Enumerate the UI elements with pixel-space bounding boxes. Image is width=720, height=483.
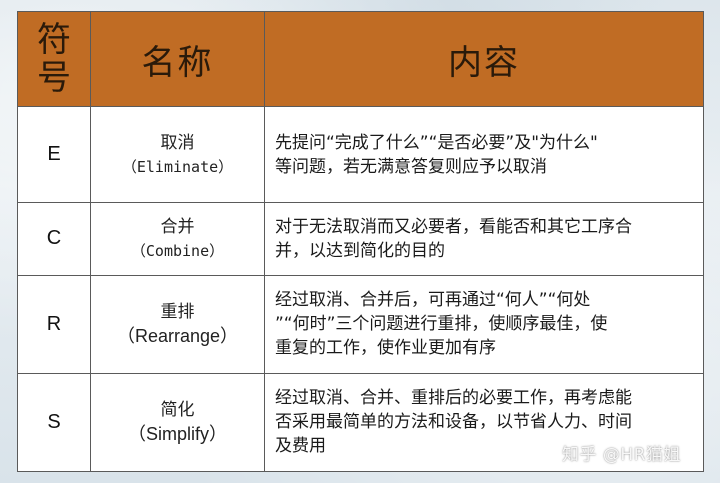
row-name-en: （Eliminate） (121, 157, 234, 176)
header-row: 符 号 名称 内容 (17, 10, 704, 108)
desc-line: 先提问“完成了什么”“是否必要”及"为什么" (275, 132, 598, 153)
header-symbol-line1: 符 (37, 20, 71, 61)
row-name-zh: 重排 (160, 302, 195, 323)
row-name-zh: 简化 (160, 400, 195, 421)
desc-line: 等问题，若无满意答复则应予以取消 (275, 156, 547, 177)
row-name: 合并 （Combine） (90, 202, 265, 276)
row-name-zh: 取消 (160, 132, 195, 153)
table-row: R 重排 （Rearrange） 经过取消、合并后，可再通过“何人”“何处 ”“… (17, 274, 704, 374)
row-symbol: R (17, 274, 91, 374)
row-name: 取消 （Eliminate） (90, 106, 265, 204)
ecrs-table: 符 号 名称 内容 E 取消 （Eliminate） 先提问“完成了什么”“是否… (17, 10, 704, 473)
row-description: 先提问“完成了什么”“是否必要”及"为什么" 等问题，若无满意答复则应予以取消 (264, 106, 704, 204)
row-symbol: E (17, 106, 91, 204)
row-name: 简化 （Simplify） (90, 372, 265, 473)
table-row: C 合并 （Combine） 对于无法取消而又必要者，看能否和其它工序合 并，以… (17, 202, 704, 276)
desc-line: ”“何时”三个问题进行重排，使顺序最佳，使 (275, 314, 608, 335)
row-name: 重排 （Rearrange） (90, 274, 265, 374)
row-symbol: C (17, 202, 91, 276)
header-symbol-line2: 号 (37, 58, 71, 99)
desc-line: 重复的工作，使作业更加有序 (275, 338, 496, 359)
row-name-en: （Rearrange） (116, 326, 239, 347)
row-symbol: S (17, 372, 91, 473)
desc-line: 否采用最简单的方法和设备，以节省人力、时间 (275, 412, 632, 433)
desc-line: 经过取消、合并、重排后的必要工作，再考虑能 (275, 388, 632, 409)
desc-line: 对于无法取消而又必要者，看能否和其它工序合 (275, 216, 632, 237)
row-name-en: （Combine） (130, 241, 225, 260)
header-symbol: 符 号 (17, 10, 91, 108)
row-name-zh: 合并 (160, 216, 195, 237)
desc-line: 经过取消、合并后，可再通过“何人”“何处 (275, 290, 591, 311)
header-content: 内容 (264, 10, 704, 108)
row-description: 经过取消、合并后，可再通过“何人”“何处 ”“何时”三个问题进行重排，使顺序最佳… (264, 274, 704, 374)
row-name-en: （Simplify） (127, 424, 227, 445)
header-name: 名称 (90, 10, 265, 108)
zhihu-watermark: 知乎 @HR猫姐 (562, 445, 681, 465)
desc-line: 并，以达到简化的目的 (275, 240, 445, 261)
row-description: 对于无法取消而又必要者，看能否和其它工序合 并，以达到简化的目的 (264, 202, 704, 276)
table-row: E 取消 （Eliminate） 先提问“完成了什么”“是否必要”及"为什么" … (17, 106, 704, 204)
